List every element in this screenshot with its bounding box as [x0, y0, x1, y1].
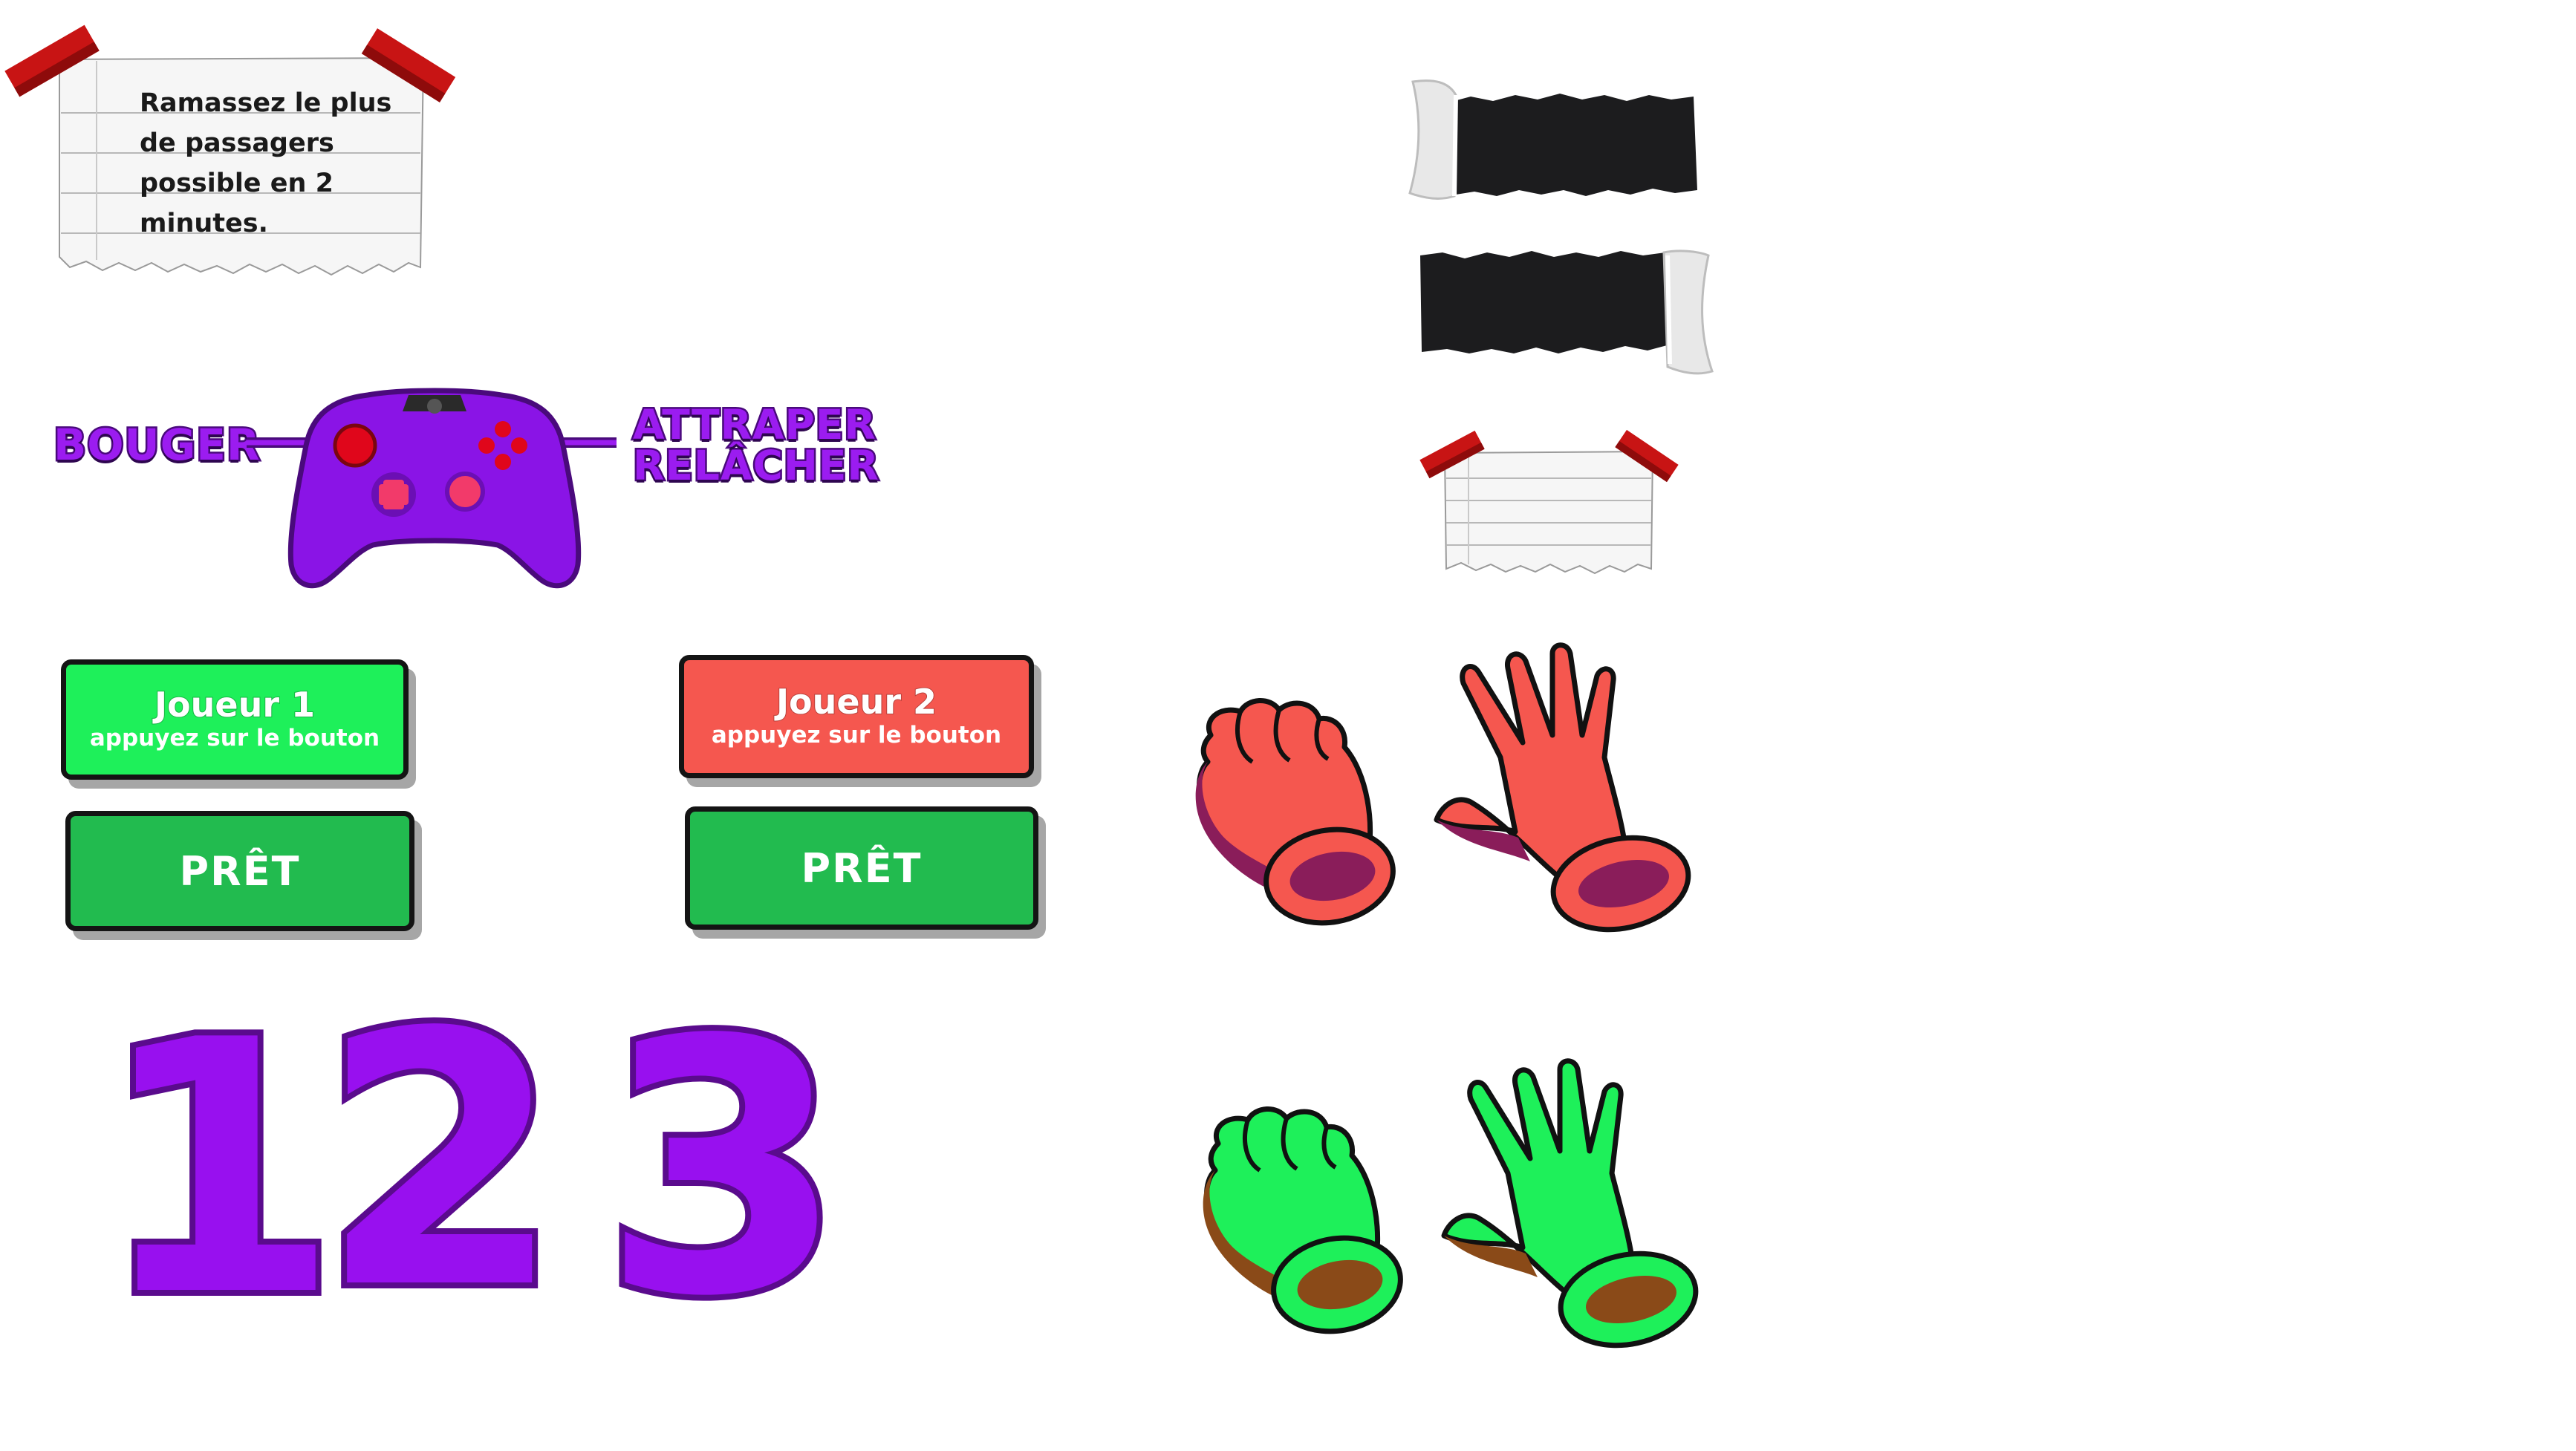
torn-black-strip-top [1408, 79, 1697, 200]
player1-ready-label: PRÊT [179, 847, 301, 895]
label-relacher: RELÂCHER [631, 442, 881, 489]
green-glove-closed-icon [1203, 1106, 1403, 1334]
instruction-text: Ramassez le plus de passagers possible e… [140, 88, 392, 238]
player2-ready-label: PRÊT [801, 844, 923, 892]
countdown-digit-3: 3 [596, 966, 850, 1372]
player2-join-button[interactable]: Joueur 2 appuyez sur le bouton [679, 655, 1034, 778]
green-glove-open-icon [1441, 1058, 1699, 1349]
red-glove-closed-icon [1195, 698, 1396, 926]
instruction-note: Ramassez le plus de passagers possible e… [4, 15, 468, 282]
player1-join-button[interactable]: Joueur 1 appuyez sur le bouton [61, 659, 409, 780]
player1-title: Joueur 1 [154, 685, 316, 726]
player2-ready-button[interactable]: PRÊT [685, 806, 1038, 930]
label-attraper: ATTRAPER [631, 401, 878, 449]
player1-subtitle: appuyez sur le bouton [89, 724, 380, 751]
torn-black-strip-bottom [1420, 250, 1714, 375]
empty-paper-note-image [1419, 429, 1679, 575]
countdown-digit-2: 2 [313, 959, 568, 1365]
player2-subtitle: appuyez sur le bouton [711, 721, 1002, 749]
label-bouger: BOUGER [52, 420, 261, 470]
red-glove-open-icon [1434, 642, 1691, 933]
player2-title: Joueur 2 [775, 682, 937, 723]
gamepad-icon [247, 388, 617, 589]
player1-ready-button[interactable]: PRÊT [65, 811, 414, 931]
countdown-digit-1: 1 [91, 966, 345, 1372]
